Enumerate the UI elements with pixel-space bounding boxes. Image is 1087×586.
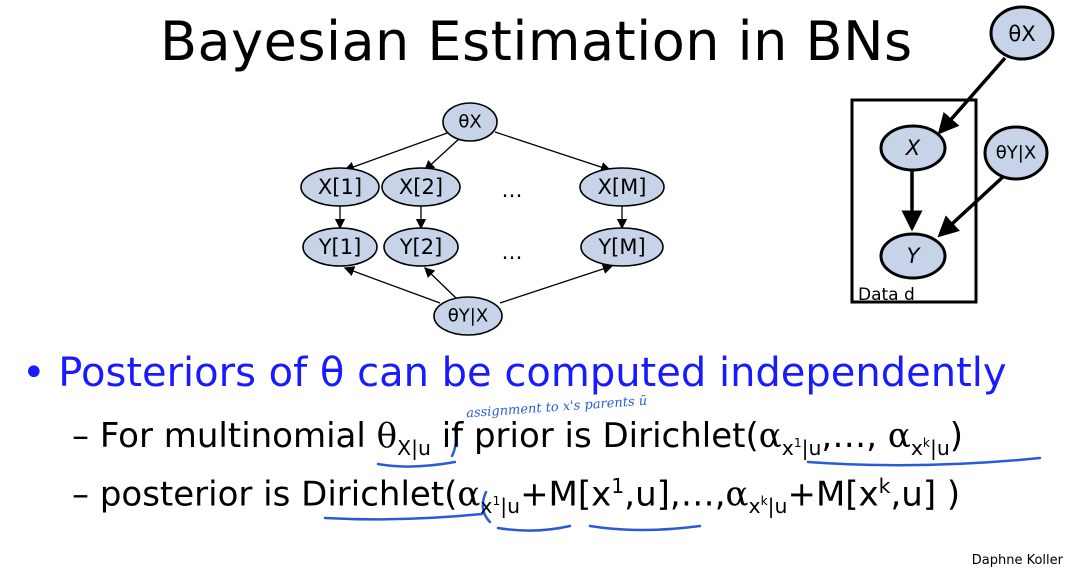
node-label: Y[M]: [597, 235, 645, 259]
author-credit: Daphne Koller: [971, 553, 1063, 568]
node-xm: X[M]: [579, 167, 665, 207]
sub: x: [480, 494, 493, 519]
sub: |u: [801, 435, 822, 460]
sub: |u: [500, 494, 521, 519]
node-x1: X[1]: [300, 167, 380, 207]
theta-symbol: θ: [376, 416, 398, 456]
node-x2: X[2]: [381, 167, 461, 207]
node-label: Y[1]: [318, 235, 362, 259]
text: ,…,: [821, 416, 878, 456]
text: ,…,: [669, 474, 726, 515]
sub: |u: [767, 494, 788, 519]
node-label: X[M]: [598, 175, 647, 199]
node-x-plate: X: [879, 124, 947, 172]
sub: |u: [929, 435, 950, 460]
text: +M[x: [787, 474, 879, 515]
sup: k: [760, 494, 768, 509]
node-label: θX: [458, 112, 481, 133]
text: if prior is Dirichlet(: [441, 416, 759, 456]
node-theta-yx-left: θY|X: [433, 296, 503, 336]
text: posterior is: [99, 474, 291, 515]
sup: k: [922, 436, 930, 450]
left-diagram-edges: [334, 131, 628, 304]
node-label: θY|X: [448, 306, 488, 327]
ellipsis-x: …: [502, 178, 523, 202]
text: ): [949, 416, 964, 456]
node-y2: Y[2]: [383, 227, 459, 267]
node-label: X[2]: [399, 175, 443, 199]
node-y-plate: Y: [879, 232, 947, 280]
node-theta-x-left: θX: [442, 102, 498, 142]
theta-subscript: X|u: [397, 435, 431, 460]
node-label: θX: [1008, 22, 1035, 46]
alpha-symbol: α: [758, 416, 782, 456]
node-label: X: [905, 136, 921, 160]
sub: x: [910, 435, 923, 460]
dash: –: [72, 474, 89, 515]
dash: –: [72, 416, 89, 456]
node-ym: Y[M]: [580, 227, 664, 267]
node-theta-x-plate: θX: [989, 5, 1055, 61]
alpha-symbol: α: [457, 474, 481, 515]
bullet-posteriors: • Posteriors of θ can be computed indepe…: [22, 350, 1007, 396]
node-theta-yx-plate: θY|X: [983, 125, 1049, 181]
ellipsis-y: …: [502, 240, 523, 264]
sup: 1: [793, 436, 802, 450]
alpha-symbol: α: [725, 474, 749, 515]
sub: x: [748, 494, 761, 519]
node-label: Y: [907, 244, 922, 268]
bullet-posterior: – posterior is Dirichlet(αx1|u+M[x1,u],……: [72, 474, 960, 518]
text: +M[x: [520, 474, 612, 515]
sup: 1: [611, 474, 625, 498]
plate-label: Data d: [858, 285, 915, 305]
text: For multinomial: [99, 416, 366, 456]
sub: x: [781, 435, 794, 460]
text: ,u]: [624, 474, 670, 515]
alpha-symbol: α: [887, 416, 911, 456]
node-label: X[1]: [318, 175, 362, 199]
node-label: Y[2]: [399, 235, 443, 259]
sup: k: [878, 474, 891, 498]
node-label: θY|X: [996, 143, 1036, 164]
bullet-multinomial: – For multinomial θX|u if prior is Diric…: [72, 416, 963, 460]
text: Dirichlet(: [301, 474, 458, 515]
node-y1: Y[1]: [302, 227, 378, 267]
text: ,u] ): [890, 474, 961, 515]
